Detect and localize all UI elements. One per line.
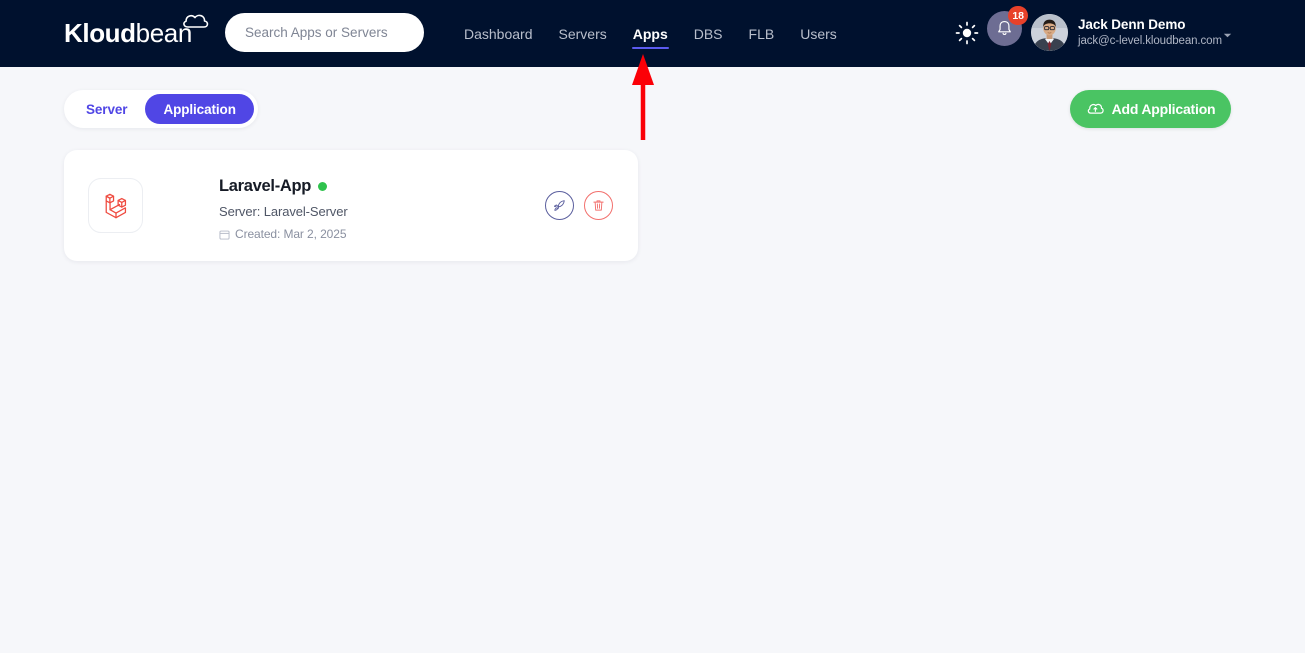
notifications-button[interactable]: 18: [987, 6, 1028, 46]
main-navigation: Dashboard Servers Apps DBS FLB Users: [451, 0, 850, 67]
nav-item-users[interactable]: Users: [787, 0, 850, 67]
toggle-application[interactable]: Application: [145, 94, 254, 124]
delete-button[interactable]: [584, 191, 613, 220]
deploy-button[interactable]: [545, 191, 574, 220]
nav-item-dashboard[interactable]: Dashboard: [451, 0, 546, 67]
laravel-icon: [88, 178, 143, 233]
nav-item-flb[interactable]: FLB: [736, 0, 788, 67]
user-avatar[interactable]: [1031, 14, 1068, 51]
user-menu[interactable]: Jack Denn Demo jack@c-level.kloudbean.co…: [1078, 16, 1222, 49]
nav-item-servers[interactable]: Servers: [546, 0, 620, 67]
add-application-button[interactable]: Add Application: [1070, 90, 1231, 128]
application-created-label: Created: Mar 2, 2025: [235, 227, 347, 241]
user-name: Jack Denn Demo: [1078, 17, 1186, 32]
search-input[interactable]: [225, 13, 424, 52]
calendar-icon: [219, 229, 230, 240]
application-created: Created: Mar 2, 2025: [219, 227, 348, 241]
view-toggle: Server Application: [64, 90, 258, 128]
rocket-icon: [552, 198, 567, 213]
nav-item-apps[interactable]: Apps: [620, 0, 681, 67]
nav-item-dbs[interactable]: DBS: [681, 0, 736, 67]
application-title-row: Laravel-App: [219, 175, 348, 197]
chevron-down-icon[interactable]: [1222, 28, 1233, 39]
logo-text-bold: Kloud: [64, 17, 136, 48]
trash-icon: [591, 198, 606, 213]
kloudbean-logo[interactable]: Kloud bean: [64, 14, 209, 49]
app-header: Kloudbean Dashboard Servers Apps DBS FLB…: [0, 0, 1305, 67]
application-name: Laravel-App: [219, 176, 312, 195]
add-application-label: Add Application: [1111, 101, 1216, 117]
application-actions: [545, 191, 613, 220]
application-server: Server: Laravel-Server: [219, 204, 348, 219]
application-card[interactable]: Laravel-App Server: Laravel-Server Creat…: [64, 150, 638, 261]
sun-icon[interactable]: [955, 21, 979, 45]
cloud-icon: [183, 14, 209, 28]
application-info: Laravel-App Server: Laravel-Server Creat…: [219, 175, 348, 242]
toggle-server[interactable]: Server: [68, 94, 145, 124]
user-email: jack@c-level.kloudbean.com: [1078, 35, 1222, 47]
status-indicator-dot: [318, 181, 328, 191]
notification-count-badge: 18: [1008, 6, 1028, 25]
cloud-upload-icon: [1086, 100, 1104, 118]
